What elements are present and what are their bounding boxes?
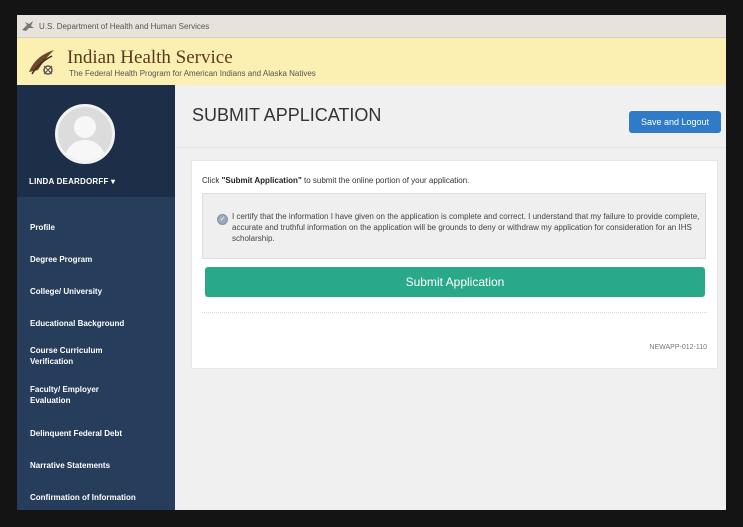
certify-checkbox[interactable]: ✓ <box>217 214 228 225</box>
sidebar-item-faculty-employer[interactable]: Faculty/ Employer Evaluation <box>30 384 130 406</box>
sidebar-item-course-curriculum[interactable]: Course Curriculum Verification <box>30 345 130 367</box>
form-code: NEWAPP-012-110 <box>649 344 707 351</box>
agency-bar: U.S. Department of Health and Human Serv… <box>17 15 726 38</box>
user-silhouette-icon <box>64 116 106 161</box>
divider <box>202 312 707 313</box>
sidebar-item-degree-program[interactable]: Degree Program <box>30 254 170 265</box>
site-title[interactable]: Indian Health Service <box>67 47 233 69</box>
submit-card: Click "Submit Application" to submit the… <box>191 160 718 369</box>
ihs-logo-icon <box>29 50 54 75</box>
sidebar: LINDA DEARDORFF ▾ Profile Degree Program… <box>17 85 175 510</box>
sidebar-item-educational-background[interactable]: Educational Background <box>30 318 170 329</box>
instructions: Click "Submit Application" to submit the… <box>202 176 470 185</box>
divider <box>175 147 726 148</box>
user-menu[interactable]: LINDA DEARDORFF ▾ <box>29 177 115 186</box>
chevron-down-icon: ▾ <box>111 177 116 186</box>
app-window: U.S. Department of Health and Human Serv… <box>17 15 726 510</box>
user-name: LINDA DEARDORFF <box>29 177 109 186</box>
avatar <box>55 104 115 164</box>
submit-application-button[interactable]: Submit Application <box>205 267 705 297</box>
user-panel: LINDA DEARDORFF ▾ <box>17 85 175 197</box>
sidebar-item-college-university[interactable]: College/ University <box>30 286 170 297</box>
main-content: SUBMIT APPLICATION Save and Logout Click… <box>175 85 726 510</box>
sidebar-item-delinquent-debt[interactable]: Delinquent Federal Debt <box>30 428 170 439</box>
site-header: Indian Health Service The Federal Health… <box>17 38 726 85</box>
page-title: SUBMIT APPLICATION <box>192 105 382 125</box>
sidebar-item-confirmation[interactable]: Confirmation of Information <box>30 492 170 503</box>
sidebar-item-narrative[interactable]: Narrative Statements <box>30 460 170 471</box>
hhs-eagle-icon <box>22 21 34 31</box>
sidebar-item-profile[interactable]: Profile <box>30 222 170 233</box>
save-and-logout-button[interactable]: Save and Logout <box>629 111 721 133</box>
certification-box: ✓ I certify that the information I have … <box>202 193 706 259</box>
certification-text: I certify that the information I have gi… <box>232 212 700 243</box>
agency-name: U.S. Department of Health and Human Serv… <box>39 21 210 31</box>
site-subtitle: The Federal Health Program for American … <box>69 69 316 78</box>
instructions-emphasis: "Submit Application" <box>221 176 302 185</box>
